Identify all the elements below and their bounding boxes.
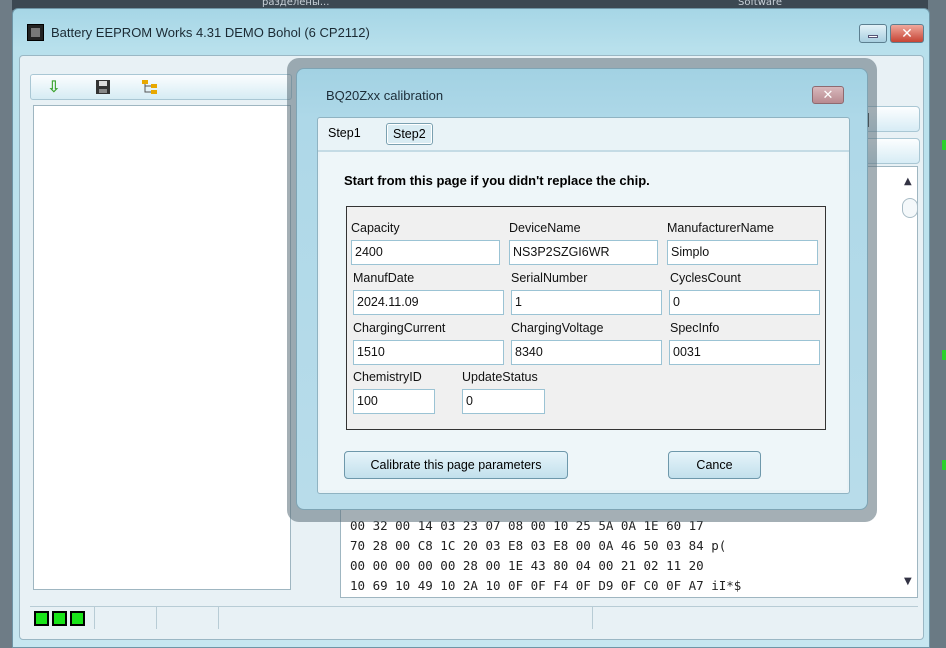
scroll-thumb[interactable]: [902, 198, 918, 218]
cycles-count-label: CyclesCount: [670, 271, 741, 285]
status-bar: [30, 606, 918, 630]
status-divider: [592, 607, 593, 629]
status-divider: [218, 607, 219, 629]
update-status-input[interactable]: 0: [462, 389, 545, 414]
close-icon: ✕: [822, 87, 834, 103]
hex-line: 10 69 10 49 10 2A 10 0F 0F F4 0F D9 0F C…: [350, 578, 742, 593]
battery-cell-indicator: [34, 611, 49, 626]
desktop-right-edge: [928, 0, 946, 648]
dialog-title: BQ20Zxx calibration: [326, 88, 444, 103]
battery-cell-indicator: [70, 611, 85, 626]
parameters-panel: Capacity 2400 DeviceName NS3P2SZGI6WR Ma…: [346, 206, 826, 430]
arrow-down-icon[interactable]: ⇩: [47, 79, 60, 95]
toolbar: ⇩: [30, 74, 292, 100]
charging-current-input[interactable]: 1510: [353, 340, 504, 365]
cycles-count-input[interactable]: 0: [669, 290, 820, 315]
minimize-button[interactable]: [859, 24, 887, 43]
desktop-left-edge: [0, 0, 12, 648]
status-divider: [156, 607, 157, 629]
dialog-close-button[interactable]: ✕: [812, 86, 844, 104]
tree-panel[interactable]: [33, 105, 291, 590]
close-button[interactable]: ✕: [890, 24, 924, 43]
scroll-down-icon[interactable]: ▼: [904, 576, 912, 587]
desktop-indicator: [942, 350, 946, 360]
device-name-input[interactable]: NS3P2SZGI6WR: [509, 240, 658, 265]
desktop-text: Software: [738, 0, 783, 8]
serial-number-input[interactable]: 1: [511, 290, 662, 315]
serial-number-label: SerialNumber: [511, 271, 588, 285]
chemistry-id-input[interactable]: 100: [353, 389, 435, 414]
charging-voltage-label: ChargingVoltage: [511, 321, 604, 335]
manuf-date-label: ManufDate: [353, 271, 415, 285]
update-status-label: UpdateStatus: [462, 370, 538, 384]
hex-dump: 00 32 00 14 03 23 07 08 00 10 25 5A 0A 1…: [350, 516, 741, 596]
charging-current-label: ChargingCurrent: [353, 321, 446, 335]
instruction-headline: Start from this page if you didn't repla…: [344, 173, 650, 188]
status-divider: [94, 607, 95, 629]
charging-voltage-input[interactable]: 8340: [511, 340, 662, 365]
hex-line: 00 00 00 00 00 28 00 1E 43 80 04 00 21 0…: [350, 558, 704, 573]
hex-line: 70 28 00 C8 1C 20 03 E8 03 E8 00 0A 46 5…: [350, 538, 727, 553]
desktop-indicator: [942, 460, 946, 470]
app-icon: [27, 24, 44, 41]
tree-icon[interactable]: [141, 79, 159, 98]
window-title: Battery EEPROM Works 4.31 DEMO Bohol (6 …: [51, 25, 370, 40]
minimize-icon: [868, 35, 878, 38]
device-name-label: DeviceName: [509, 221, 581, 235]
tab-step2[interactable]: Step2: [386, 123, 433, 145]
tab-step1[interactable]: Step1: [322, 123, 367, 145]
desktop-text: разделены...: [262, 0, 330, 8]
calibrate-button[interactable]: Calibrate this page parameters: [344, 451, 568, 479]
manufacturer-name-input[interactable]: Simplo: [667, 240, 818, 265]
close-icon: ✕: [901, 25, 913, 42]
vertical-scrollbar[interactable]: ▲ ▼: [902, 174, 918, 594]
capacity-input[interactable]: 2400: [351, 240, 500, 265]
chemistry-id-label: ChemistryID: [353, 370, 422, 384]
manufacturer-name-label: ManufacturerName: [667, 221, 774, 235]
spec-info-input[interactable]: 0031: [669, 340, 820, 365]
spec-info-label: SpecInfo: [670, 321, 720, 335]
dialog-body: Step1 Step2 Start from this page if you …: [317, 117, 850, 494]
desktop-indicator: [942, 140, 946, 150]
cancel-button[interactable]: Cance: [668, 451, 761, 479]
save-icon[interactable]: [95, 79, 111, 98]
scroll-up-icon[interactable]: ▲: [904, 176, 912, 187]
capacity-label: Capacity: [351, 221, 400, 235]
manuf-date-input[interactable]: 2024.11.09: [353, 290, 504, 315]
calibration-dialog: BQ20Zxx calibration ✕ Step1 Step2 Start …: [296, 68, 868, 510]
battery-cell-indicator: [52, 611, 67, 626]
